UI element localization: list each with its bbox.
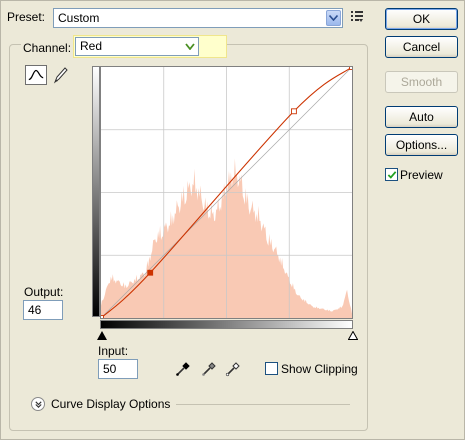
separator-line <box>176 404 350 405</box>
curves-dialog: Preset: Custom Channel: Red Output: 46 I… <box>0 0 465 440</box>
gray-eyedropper-icon[interactable] <box>201 361 217 377</box>
options-button[interactable]: Options... <box>385 134 458 156</box>
show-clipping-checkbox[interactable] <box>265 362 278 375</box>
preset-label: Preset: <box>7 10 46 24</box>
curve-display-options-label[interactable]: Curve Display Options <box>51 397 170 411</box>
show-clipping-label[interactable]: Show Clipping <box>281 362 358 376</box>
curve-point-tool-icon[interactable] <box>25 65 47 85</box>
channel-dropdown[interactable]: Red <box>75 37 199 56</box>
ok-button[interactable]: OK <box>385 8 458 30</box>
curve-control-point[interactable] <box>291 108 297 115</box>
expand-chevron-icon[interactable] <box>31 397 45 411</box>
chevron-down-icon[interactable] <box>326 10 341 26</box>
curve-graph[interactable] <box>100 66 353 319</box>
input-label: Input: <box>98 344 129 358</box>
output-field[interactable]: 46 <box>23 300 63 320</box>
output-label: Output: <box>24 285 64 299</box>
curve-control-point[interactable] <box>147 269 154 276</box>
pencil-icon[interactable] <box>51 65 69 85</box>
input-field[interactable]: 50 <box>98 359 138 379</box>
white-point-slider[interactable] <box>348 331 358 340</box>
channel-label: Channel: <box>21 41 74 55</box>
channel-value: Red <box>80 39 103 53</box>
black-eyedropper-icon[interactable] <box>175 361 191 377</box>
black-point-slider[interactable] <box>97 331 107 340</box>
preset-value: Custom <box>58 11 100 25</box>
input-gradient-bar <box>100 320 353 329</box>
chevron-down-icon[interactable] <box>182 39 197 54</box>
preset-dropdown[interactable]: Custom <box>53 8 343 28</box>
preview-label[interactable]: Preview <box>400 168 443 182</box>
curve-control-point[interactable] <box>349 66 353 70</box>
curve-control-point[interactable] <box>100 315 104 319</box>
cancel-button[interactable]: Cancel <box>385 36 458 58</box>
checkmark-icon <box>387 170 396 179</box>
white-eyedropper-icon[interactable] <box>225 361 241 377</box>
output-gradient-bar <box>92 66 100 317</box>
auto-button[interactable]: Auto <box>385 106 458 128</box>
preset-options-menu-icon[interactable] <box>351 10 365 24</box>
preview-checkbox[interactable] <box>385 168 398 181</box>
smooth-button[interactable]: Smooth <box>385 71 458 93</box>
